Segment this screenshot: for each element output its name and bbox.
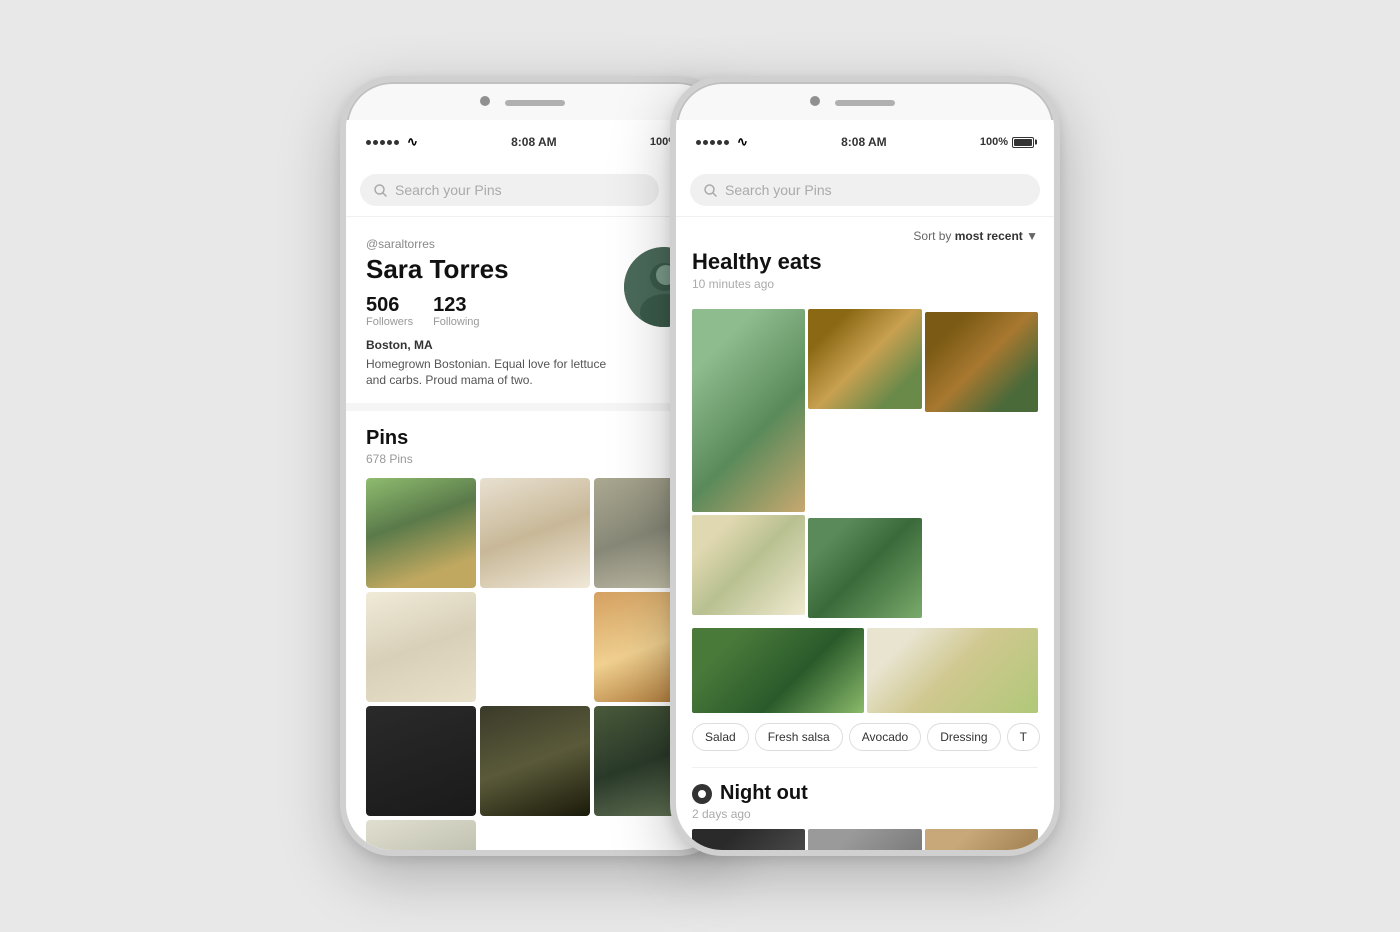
board-image-avocado[interactable] (692, 628, 864, 713)
search-input-wrap-1[interactable]: Search your Pins (360, 174, 659, 206)
sort-label: Sort by most recent ▼ (913, 229, 1038, 243)
board2-title: Night out (720, 782, 808, 805)
search-bar-2[interactable]: Search your Pins (676, 164, 1054, 217)
following-label: Following (433, 316, 479, 328)
night-image-3[interactable] (925, 829, 1038, 850)
signal-dots-2 (696, 140, 729, 145)
board1-images-wrap (676, 309, 1054, 713)
status-time-1: 8:08 AM (511, 135, 557, 149)
tag-salad[interactable]: Salad (692, 723, 749, 751)
status-left-1: ∿ (366, 134, 418, 150)
board-image-lime[interactable] (692, 515, 805, 615)
board-image-herbs[interactable] (867, 628, 1039, 713)
phone-speaker-2 (835, 100, 895, 106)
pin-item[interactable] (366, 478, 476, 588)
night-out-header: Night out (692, 782, 1038, 805)
profile-username: @saraltorres (366, 237, 614, 251)
board-image-salad[interactable] (692, 309, 805, 512)
followers-count: 506 (366, 294, 413, 316)
wifi-icon: ∿ (407, 134, 418, 150)
phone-speaker (505, 100, 565, 106)
board1-images-row2 (692, 628, 1038, 713)
tag-t[interactable]: T (1007, 723, 1040, 751)
sort-value[interactable]: most recent (955, 229, 1023, 243)
profile-location: Boston, MA (366, 338, 614, 352)
pin-item[interactable] (480, 478, 590, 588)
search-placeholder-2: Search your Pins (725, 182, 832, 198)
section-icon-inner (698, 790, 706, 798)
following-stat: 123 Following (433, 294, 479, 328)
pin-item[interactable] (480, 706, 590, 816)
pins-count: 678 Pins (366, 452, 704, 466)
screen-2: Search your Pins Sort by most recent ▼ H… (676, 164, 1054, 850)
tags-row: Salad Fresh salsa Avocado Dressing T (676, 723, 1054, 751)
battery-fill-2 (1014, 139, 1032, 146)
battery-percent-2: 100% (980, 136, 1008, 148)
wifi-icon-2: ∿ (737, 134, 748, 150)
followers-label: Followers (366, 316, 413, 328)
search-placeholder-1: Search your Pins (395, 182, 502, 198)
search-icon-1 (374, 184, 387, 197)
search-bar-1[interactable]: Search your Pins + ⚙ (346, 164, 724, 217)
pins-section: Pins 678 Pins (346, 411, 724, 850)
board2-time: 2 days ago (692, 807, 1038, 821)
phone-camera (480, 96, 490, 106)
pin-item[interactable] (366, 706, 476, 816)
board-image-tacos2[interactable] (925, 312, 1038, 412)
pins-title: Pins (366, 427, 704, 450)
night-out-section: Night out 2 days ago (676, 768, 1054, 850)
tag-avocado[interactable]: Avocado (849, 723, 921, 751)
board1-images (692, 309, 1038, 618)
board1-time: 10 minutes ago (692, 277, 1038, 291)
profile-info: @saraltorres Sara Torres 506 Followers 1… (366, 237, 614, 389)
profile-bio: Homegrown Bostonian. Equal love for lett… (366, 356, 614, 390)
profile-name: Sara Torres (366, 255, 614, 284)
healthy-eats-header: Sort by most recent ▼ Healthy eats 10 mi… (676, 217, 1054, 309)
profile-stats: 506 Followers 123 Following (366, 294, 614, 328)
profile-section: @saraltorres Sara Torres 506 Followers 1… (346, 217, 724, 411)
followers-stat: 506 Followers (366, 294, 413, 328)
screen-1: Search your Pins + ⚙ @saraltorres Sara T… (346, 164, 724, 850)
board-image-greens[interactable] (808, 518, 921, 618)
signal-dots (366, 140, 399, 145)
phone-camera-2 (810, 96, 820, 106)
phone-2: ∿ 8:08 AM 100% Search your Pins (670, 76, 1060, 856)
night-images (692, 829, 1038, 850)
status-time-2: 8:08 AM (841, 135, 887, 149)
pins-grid (366, 478, 704, 850)
battery-icon-2 (1012, 137, 1034, 148)
status-bar-1: ∿ 8:08 AM 100% (346, 120, 724, 164)
tag-fresh-salsa[interactable]: Fresh salsa (755, 723, 843, 751)
pin-item[interactable] (366, 820, 476, 850)
status-left-2: ∿ (696, 134, 748, 150)
status-right-2: 100% (980, 136, 1034, 148)
night-out-icon (692, 784, 712, 804)
search-icon-2 (704, 184, 717, 197)
tag-dressing[interactable]: Dressing (927, 723, 1000, 751)
phones-container: ∿ 8:08 AM 100% Search your Pins (310, 76, 1090, 856)
search-input-wrap-2[interactable]: Search your Pins (690, 174, 1040, 206)
status-bar-2: ∿ 8:08 AM 100% (676, 120, 1054, 164)
night-image-1[interactable] (692, 829, 805, 850)
sort-row: Sort by most recent ▼ (692, 229, 1038, 243)
night-image-2[interactable] (808, 829, 921, 850)
board-image-tacos[interactable] (808, 309, 921, 409)
board1-title: Healthy eats (692, 249, 1038, 275)
pin-item[interactable] (366, 592, 476, 702)
following-count: 123 (433, 294, 479, 316)
